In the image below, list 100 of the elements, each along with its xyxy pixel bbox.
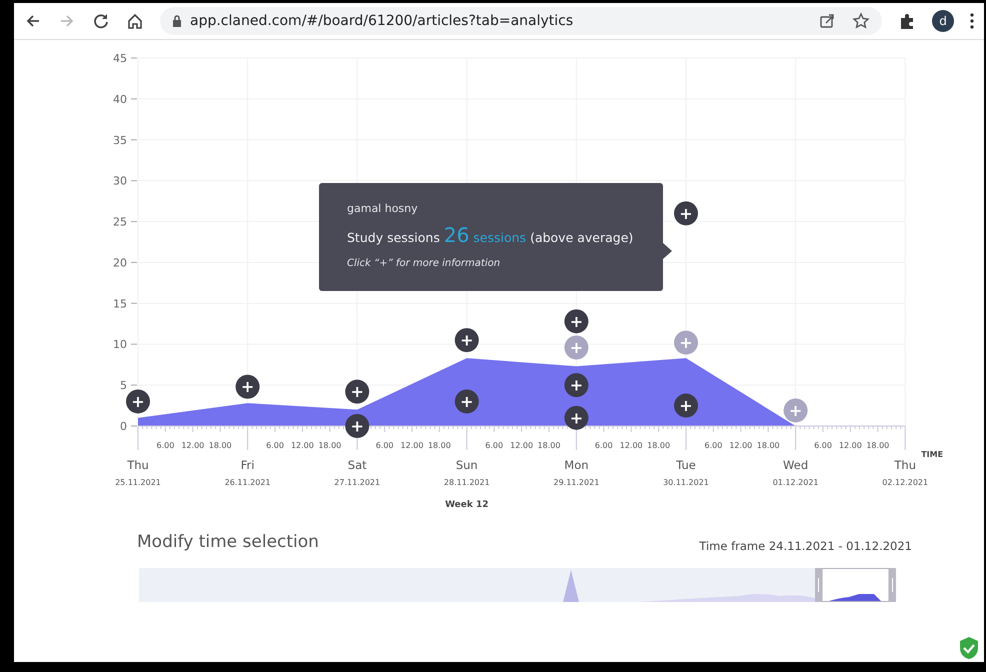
y-axis-label: 35 [113, 134, 127, 147]
y-axis-label: 15 [113, 297, 127, 310]
annotation: + [460, 392, 474, 411]
y-tick [130, 384, 138, 386]
star-icon[interactable] [852, 12, 870, 30]
hour-label: 6.00 [594, 441, 613, 450]
day-label: Tue [676, 458, 696, 472]
y-axis-label: 10 [113, 338, 127, 352]
hour-label: 12.00 [838, 441, 862, 450]
home-icon[interactable] [126, 12, 144, 30]
day-label: Wed [783, 458, 808, 472]
date-label: 29.11.2021 [554, 478, 600, 487]
y-axis-label: 5 [120, 379, 127, 392]
lock-icon [172, 15, 182, 27]
user-name: gamal hosny [347, 201, 419, 217]
day-label: Thu [127, 458, 149, 472]
menu-icon[interactable] [970, 13, 974, 29]
hour-label: 6.00 [704, 441, 722, 450]
day-label: Sat [348, 458, 367, 472]
marker-button[interactable]: + [454, 389, 479, 414]
marker-button[interactable]: + [126, 389, 150, 414]
y-tick [130, 98, 138, 100]
y-tick [130, 139, 138, 140]
marker-button[interactable]: + [674, 394, 698, 418]
annotation: + [570, 312, 584, 331]
y-axis-label: 45 [113, 52, 127, 65]
date-label: 28.11.2021 [444, 478, 490, 487]
annotation: + [350, 382, 364, 402]
y-tick [130, 221, 138, 222]
annotation: + [679, 396, 693, 416]
axis-title: TIME [921, 450, 944, 459]
url-text: app.claned.com/#/board/61200/articles?tab=analytics [190, 12, 574, 30]
annotation: + [679, 333, 693, 352]
marker-button[interactable]: + [345, 380, 370, 404]
marker-button[interactable]: + [564, 309, 588, 334]
y-axis-label: 0 [120, 420, 127, 433]
annotation: + [240, 377, 254, 396]
reload-icon[interactable] [92, 12, 110, 30]
sessions-summary: Study sessions 26 sessions (above average) [347, 222, 634, 248]
section-title: Modify time selection [137, 531, 319, 554]
time-frame-text: Time frame 24.11.2021 - 01.12.2021 [699, 538, 912, 556]
hour-label: 12.00 [181, 441, 204, 450]
annotation: + [570, 338, 584, 357]
range-handle[interactable] [889, 568, 896, 602]
hour-label: 18.00 [538, 441, 560, 450]
y-axis-label: 25 [113, 216, 127, 229]
hint-text: Click “+” for more information [347, 256, 502, 270]
annotation: + [350, 416, 364, 436]
y-tick [130, 302, 138, 304]
share-icon[interactable] [818, 12, 836, 30]
day-label: Fri [240, 458, 254, 472]
day-label: Thu [894, 458, 916, 472]
y-tick [130, 344, 138, 345]
date-label: 27.11.2021 [334, 478, 380, 487]
annotation: + [570, 376, 584, 395]
hour-label: 18.00 [318, 441, 342, 450]
hour-label: 6.00 [814, 441, 832, 450]
y-tick [130, 180, 138, 182]
annotation: + [788, 400, 802, 420]
annotation: + [679, 204, 693, 223]
date-label: 02.12.2021 [882, 478, 928, 487]
hour-label: 12.00 [620, 441, 643, 450]
range-handle[interactable] [815, 568, 822, 602]
date-label: 30.11.2021 [663, 478, 709, 487]
hour-label: 18.00 [428, 441, 451, 450]
hour-label: 6.00 [376, 441, 394, 450]
date-label: 01.12.2021 [772, 478, 818, 487]
y-axis-label: 30 [113, 174, 127, 188]
address-bar[interactable]: app.claned.com/#/board/61200/articles?tab=analytics [160, 7, 882, 35]
hour-label: 12.00 [400, 441, 424, 450]
annotation: + [570, 408, 584, 428]
hour-label: 12.00 [290, 441, 314, 450]
hour-label: 18.00 [208, 441, 232, 450]
hour-label: 6.00 [266, 441, 284, 450]
hour-label: 6.00 [156, 441, 174, 450]
hour-label: 12.00 [729, 441, 752, 450]
date-label: 26.11.2021 [224, 478, 270, 487]
y-axis-label: 20 [113, 256, 127, 270]
marker-button[interactable]: + [564, 373, 588, 398]
selection-window[interactable] [822, 568, 890, 602]
marker-button[interactable]: + [454, 328, 479, 352]
marker-button[interactable]: + [674, 201, 698, 226]
marker-button[interactable]: + [236, 374, 260, 399]
hour-label: 18.00 [866, 441, 890, 450]
hour-label: 6.00 [485, 441, 504, 450]
shield-icon[interactable] [958, 636, 980, 660]
y-tick [130, 262, 138, 263]
date-label: 25.11.2021 [115, 478, 161, 487]
annotation: + [131, 392, 145, 411]
day-label: Mon [564, 458, 589, 472]
hour-label: 18.00 [647, 441, 670, 450]
day-label: Sun [456, 458, 478, 472]
hour-label: 12.00 [510, 441, 534, 450]
profile-avatar[interactable]: d [932, 10, 954, 32]
hour-label: 18.00 [756, 441, 780, 450]
y-axis-label: 40 [113, 92, 127, 106]
week-label: Week 12 [445, 500, 489, 510]
marker-button[interactable]: + [564, 406, 588, 430]
annotation: + [460, 330, 474, 350]
puzzle-icon[interactable] [898, 12, 916, 30]
